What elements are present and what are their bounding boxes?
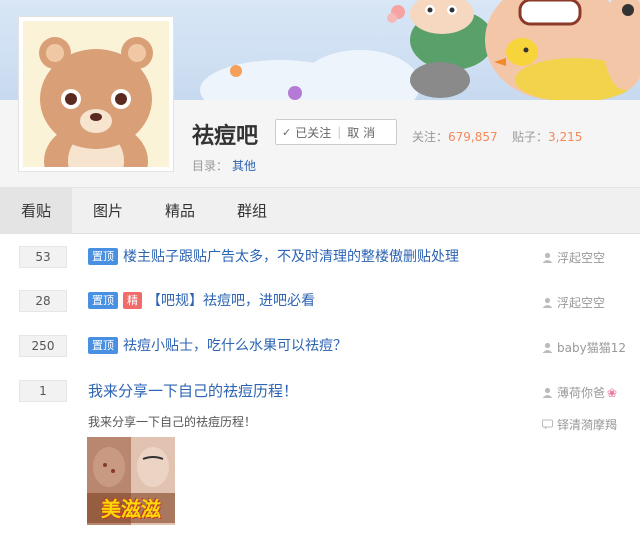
featured-badge: 精 [123, 291, 142, 309]
posts-label: 贴子： [512, 130, 549, 144]
thread-author[interactable]: 浮起空空 [542, 249, 605, 266]
last-reply-name[interactable]: 铎清漪摩羯 [557, 416, 617, 433]
followers-count: 679,857 [448, 130, 498, 144]
forum-avatar[interactable] [18, 16, 174, 172]
forum-name[interactable]: 祛痘吧 [192, 118, 258, 150]
flower-icon: ❀ [607, 385, 618, 400]
thread-author[interactable]: 浮起空空 [542, 294, 605, 311]
directory-link[interactable]: 其他 [232, 159, 256, 173]
directory-label: 目录： [192, 159, 229, 173]
banner-cartoon-illustration [387, 0, 640, 100]
thread-title-row: 置顶 楼主贴子跟贴广告太多，不及时清理的整楼傲删贴处理 [88, 246, 459, 266]
unfollow-button[interactable]: 取 消 [347, 124, 375, 141]
user-icon [542, 297, 553, 308]
author-name[interactable]: baby猫猫12 [557, 339, 626, 356]
user-icon [542, 387, 553, 398]
banner-dot [230, 65, 242, 77]
pinned-badge: 置顶 [88, 291, 118, 309]
followers-stat: 关注：679,857 [412, 128, 498, 145]
followed-label: 已关注 [295, 125, 332, 140]
reply-count: 53 [19, 246, 67, 268]
thread-thumbnail[interactable]: 美滋滋 [87, 437, 175, 525]
thread-title-row: 置顶 精 【吧规】祛痘吧，进吧必看 [88, 290, 315, 310]
comment-icon [542, 419, 553, 430]
directory: 目录： 其他 [192, 157, 256, 174]
tab-featured[interactable]: 精品 [144, 188, 216, 234]
thread-author[interactable]: 薄荷你爸 ❀ [542, 384, 617, 401]
thread-title-link[interactable]: 祛痘小贴士，吃什么水果可以祛痘？ [123, 335, 347, 355]
thread-title-link[interactable]: 【吧规】祛痘吧，进吧必看 [147, 290, 315, 310]
bear-avatar-image [23, 21, 169, 167]
thread-title-row: 置顶 祛痘小贴士，吃什么水果可以祛痘？ [88, 335, 347, 355]
pinned-badge: 置顶 [88, 247, 118, 265]
user-icon [542, 342, 553, 353]
pinned-badge: 置顶 [88, 336, 118, 354]
thread-title-link[interactable]: 我来分享一下自己的祛痘历程！ [88, 380, 298, 401]
thread-excerpt: 我来分享一下自己的祛痘历程！ [88, 415, 257, 429]
follow-toggle-button[interactable]: ✓ 已关注 | 取 消 [275, 119, 397, 145]
reply-count: 1 [19, 380, 67, 402]
divider: | [337, 125, 342, 139]
reply-count: 250 [19, 335, 67, 357]
author-name[interactable]: 薄荷你爸 [557, 384, 605, 401]
thread-title-row: 我来分享一下自己的祛痘历程！ [88, 380, 298, 401]
thread-title-link[interactable]: 楼主贴子跟贴广告太多，不及时清理的整楼傲删贴处理 [123, 246, 459, 266]
followers-label: 关注： [412, 130, 449, 144]
bear-icon [39, 37, 153, 167]
last-reply-author[interactable]: 铎清漪摩羯 [542, 416, 617, 433]
posts-stat: 贴子：3,215 [512, 128, 582, 145]
forum-tabs: 看贴 图片 精品 群组 [0, 188, 640, 234]
user-icon [542, 252, 553, 263]
thumbnail-caption: 美滋滋 [101, 497, 161, 521]
posts-count: 3,215 [548, 130, 583, 144]
tab-images[interactable]: 图片 [72, 188, 144, 234]
author-name[interactable]: 浮起空空 [557, 249, 605, 266]
reply-count: 28 [19, 290, 67, 312]
thread-author[interactable]: baby猫猫12 [542, 339, 626, 356]
banner-dot [288, 86, 302, 100]
author-name[interactable]: 浮起空空 [557, 294, 605, 311]
checkmark-icon: ✓ [282, 125, 292, 139]
tab-posts[interactable]: 看贴 [0, 188, 73, 234]
tab-groups[interactable]: 群组 [216, 188, 288, 234]
